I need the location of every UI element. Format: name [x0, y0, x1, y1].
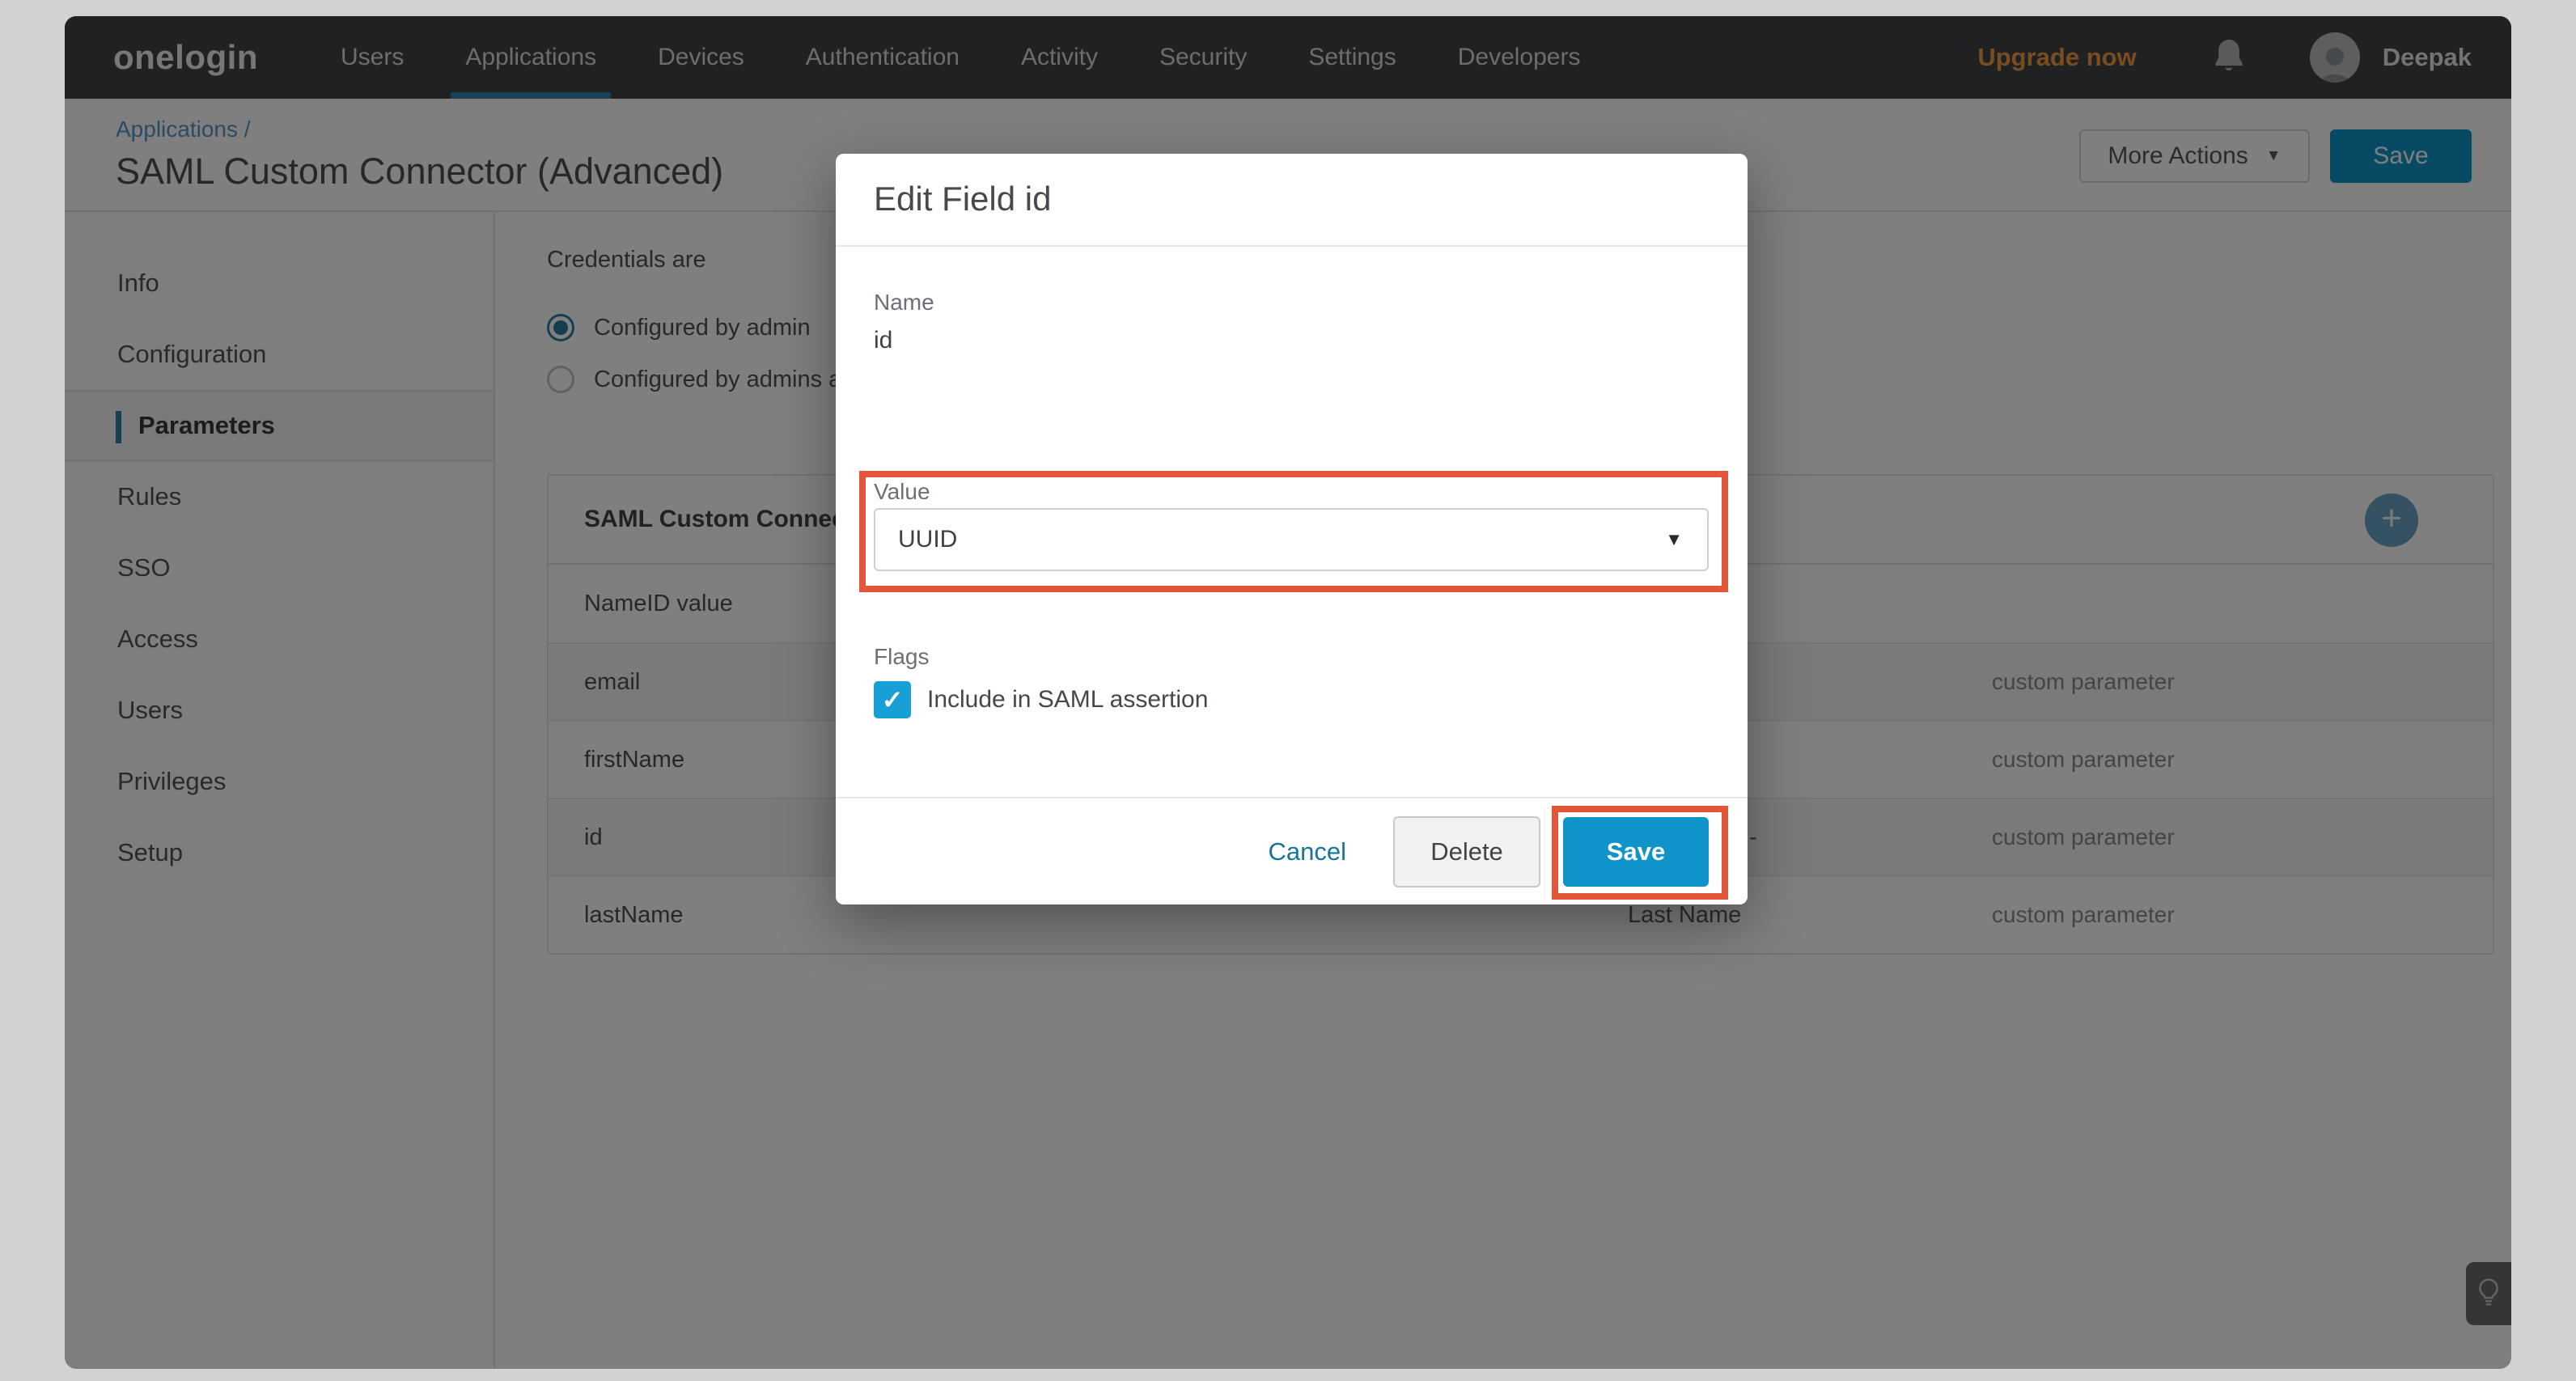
- edit-field-modal: Edit Field id Name id Value UUID ▼ Flags…: [836, 154, 1748, 904]
- value-dropdown-selected: UUID: [898, 526, 957, 553]
- caret-down-icon: ▼: [1665, 529, 1683, 550]
- delete-button[interactable]: Delete: [1393, 816, 1540, 887]
- include-in-saml-assertion-checkbox[interactable]: ✓: [874, 681, 911, 718]
- modal-title: Edit Field id: [874, 180, 1051, 218]
- desktop-background: onelogin Users Applications Devices Auth…: [0, 0, 2576, 1381]
- include-in-saml-assertion-row: ✓ Include in SAML assertion: [874, 681, 1208, 718]
- name-value: id: [874, 327, 892, 354]
- value-label: Value: [874, 479, 930, 505]
- modal-save-button[interactable]: Save: [1563, 817, 1709, 887]
- name-label: Name: [874, 290, 934, 316]
- cancel-button[interactable]: Cancel: [1269, 837, 1347, 866]
- value-dropdown[interactable]: UUID ▼: [874, 508, 1709, 571]
- modal-title-divider: [836, 245, 1748, 247]
- flags-label: Flags: [874, 644, 929, 670]
- app-window: onelogin Users Applications Devices Auth…: [65, 16, 2511, 1369]
- modal-footer: Cancel Delete Save: [836, 797, 1748, 904]
- checkbox-label: Include in SAML assertion: [927, 686, 1208, 714]
